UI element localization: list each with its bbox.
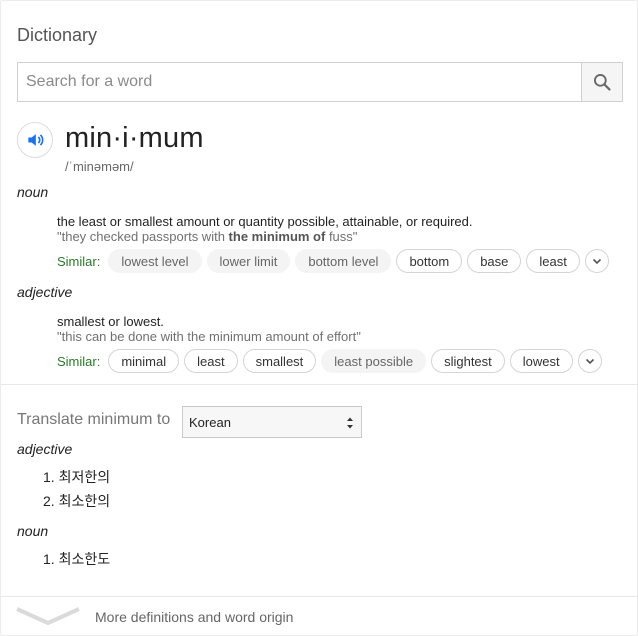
- similar-chip[interactable]: smallest: [242, 349, 317, 373]
- similar-chip[interactable]: minimal: [108, 349, 180, 373]
- definition-adjective: smallest or lowest.: [57, 314, 164, 329]
- example-highlight: the minimum of: [228, 229, 326, 244]
- translation-item: 1. 최저한의: [43, 469, 111, 485]
- translate-label: Translate minimum to: [17, 411, 171, 428]
- example-adjective: "this can be done with the minimum amoun…: [57, 329, 361, 344]
- similar-label: Similar:: [57, 253, 101, 269]
- select-arrows-icon: [347, 417, 353, 429]
- speaker-icon: [28, 134, 44, 146]
- chevron-down-icon: [16, 607, 80, 625]
- chevron-down-icon: [592, 258, 601, 265]
- expand-similar-button[interactable]: [577, 349, 602, 373]
- selected-language: Korean: [189, 414, 231, 430]
- expand-similar-button[interactable]: [584, 249, 609, 273]
- part-of-speech-adjective: adjective: [17, 284, 73, 300]
- translation-item: 2. 최소한의: [43, 493, 111, 509]
- translation-item: 1. 최소한도: [43, 551, 111, 567]
- similar-chip[interactable]: least: [184, 349, 238, 373]
- similar-label: Similar:: [57, 353, 101, 369]
- similar-chip[interactable]: least: [526, 249, 580, 273]
- more-definitions-label: More definitions and word origin: [95, 609, 294, 625]
- section-divider: [1, 384, 638, 385]
- translation-pos-adjective: adjective: [17, 441, 73, 457]
- similar-chip[interactable]: least possible: [321, 349, 427, 373]
- translation-pos-noun: noun: [17, 523, 49, 539]
- similar-chip[interactable]: slightest: [431, 349, 505, 373]
- similar-row-adjective: Similar: minimal least smallest least po…: [57, 349, 602, 373]
- similar-chip[interactable]: lowest: [509, 349, 573, 373]
- search-icon: [594, 74, 611, 91]
- panel-title: Dictionary: [17, 25, 98, 45]
- similar-chip[interactable]: bottom level: [295, 249, 392, 273]
- search-button[interactable]: [581, 63, 622, 101]
- search-box: [17, 62, 623, 102]
- similar-chip[interactable]: base: [467, 249, 522, 273]
- language-select[interactable]: Korean: [182, 406, 362, 438]
- pronounce-button[interactable]: [17, 122, 53, 158]
- chevron-down-icon: [585, 358, 594, 365]
- definition-noun: the least or smallest amount or quantity…: [57, 214, 473, 229]
- headword: min·i·mum: [65, 122, 204, 154]
- more-definitions-link[interactable]: More definitions and word origin: [1, 597, 638, 636]
- search-input[interactable]: [18, 63, 581, 101]
- similar-chip[interactable]: bottom: [396, 249, 463, 273]
- phonetic: /ˈminəməm/: [65, 159, 134, 174]
- similar-chip[interactable]: lower limit: [206, 249, 291, 273]
- similar-chip[interactable]: lowest level: [108, 249, 202, 273]
- example-noun: "they checked passports with the minimum…: [57, 229, 358, 244]
- dictionary-card: Dictionary min·i·mum /ˈminəməm/ noun the…: [0, 0, 638, 636]
- part-of-speech-noun: noun: [17, 184, 49, 200]
- similar-row-noun: Similar: lowest level lower limit bottom…: [57, 249, 609, 273]
